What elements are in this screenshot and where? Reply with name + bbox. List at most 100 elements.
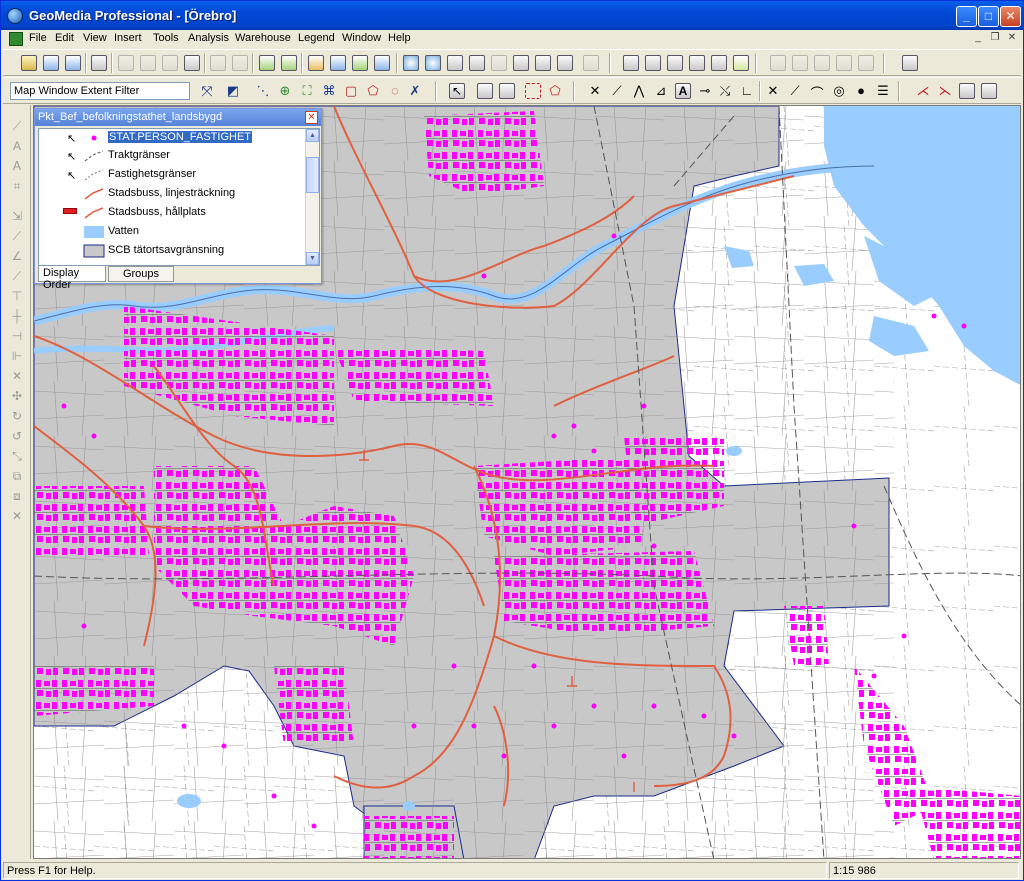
legend-entry-label[interactable]: STAT.PERSON_FASTIGHET: [108, 131, 253, 143]
double-line-icon[interactable]: ☰: [875, 83, 891, 99]
legend-entries-list[interactable]: ↖ STAT.PERSON_FASTIGHET ↖ Traktgränser ↖…: [38, 128, 320, 266]
table-icon[interactable]: [770, 55, 786, 71]
legend-entry-label[interactable]: Fastighetsgränser: [108, 168, 196, 180]
mirror-icon[interactable]: ⤡: [10, 449, 24, 463]
text-box-icon[interactable]: [733, 55, 749, 71]
menu-file[interactable]: File: [29, 32, 47, 44]
new-geoworkspace-icon[interactable]: [21, 55, 37, 71]
scroll-down-icon[interactable]: ▼: [306, 252, 319, 265]
map-window-extent-filter-combo[interactable]: Map Window Extent Filter: [10, 82, 190, 100]
menu-help[interactable]: Help: [388, 32, 411, 44]
tab-groups[interactable]: Groups: [108, 266, 174, 282]
mdi-close-icon[interactable]: ✕: [1005, 32, 1019, 45]
attributes-icon[interactable]: [352, 55, 368, 71]
menu-warehouse[interactable]: Warehouse: [235, 32, 291, 44]
fit-all-icon[interactable]: [447, 55, 463, 71]
legend-entry[interactable]: Vatten: [39, 223, 305, 241]
polygon-filter-icon[interactable]: ◩: [225, 83, 241, 99]
print-icon[interactable]: [91, 55, 107, 71]
legend-close-button[interactable]: ✕: [305, 111, 318, 124]
display-properties-icon[interactable]: [557, 55, 573, 71]
scroll-up-icon[interactable]: ▲: [306, 129, 319, 142]
insert-interactive-label-icon[interactable]: [711, 55, 727, 71]
legend-window[interactable]: Pkt_Bef_befolkningstathet_landsbygd ✕ ↖ …: [34, 108, 322, 291]
paste-icon[interactable]: [162, 55, 178, 71]
menu-edit[interactable]: Edit: [55, 32, 74, 44]
center-icon[interactable]: ✣: [10, 389, 24, 403]
split-icon[interactable]: ⋌: [915, 83, 931, 99]
legend-entry[interactable]: ↖ STAT.PERSON_FASTIGHET: [39, 129, 305, 147]
merge-icon[interactable]: [858, 55, 874, 71]
undo-icon[interactable]: [210, 55, 226, 71]
lock-icon[interactable]: [902, 55, 918, 71]
array-icon[interactable]: ⧈: [10, 489, 24, 503]
sort-icon[interactable]: [836, 55, 852, 71]
menu-insert[interactable]: Insert: [114, 32, 142, 44]
edit-geometry-icon[interactable]: [959, 83, 975, 99]
redo-icon[interactable]: [232, 55, 248, 71]
delete-tool-icon[interactable]: ✕: [10, 509, 24, 523]
rectangle-select-icon[interactable]: [525, 83, 541, 99]
snap-point-icon[interactable]: ┼: [10, 309, 24, 323]
point-icon[interactable]: ●: [853, 83, 869, 99]
refresh-icon[interactable]: [535, 55, 551, 71]
break-icon[interactable]: ⊣: [10, 329, 24, 343]
title-bar[interactable]: GeoMedia Professional - [Örebro] _ □ ✕: [1, 1, 1023, 30]
draw-line-icon[interactable]: ⟋: [609, 83, 625, 99]
text-tool-icon[interactable]: A: [675, 83, 691, 99]
distance-filter-icon[interactable]: ⋱: [255, 83, 271, 99]
properties-icon[interactable]: [330, 55, 346, 71]
menu-analysis[interactable]: Analysis: [188, 32, 229, 44]
locatable-arrow-icon[interactable]: ↖: [67, 150, 76, 163]
rotate-icon[interactable]: ↻: [10, 409, 24, 423]
legend-title[interactable]: Pkt_Bef_befolkningstathet_landsbygd: [35, 109, 321, 126]
legend-scrollbar[interactable]: ▲ ▼: [305, 129, 319, 265]
insert-area-icon[interactable]: [689, 55, 705, 71]
circle-fence-icon[interactable]: ◌: [387, 83, 403, 99]
save-geoworkspace-icon[interactable]: [65, 55, 81, 71]
menu-view[interactable]: View: [83, 32, 107, 44]
perpendicular-icon[interactable]: ✕: [10, 369, 24, 383]
measure-angle-icon[interactable]: ∟: [739, 83, 755, 99]
legend-entry-label[interactable]: SCB tätortsavgränsning: [108, 244, 224, 256]
tab-display-order[interactable]: Display Order: [38, 266, 106, 291]
cross-icon[interactable]: ✕: [587, 83, 603, 99]
draw-angle-icon[interactable]: ⊿: [653, 83, 669, 99]
copy-icon[interactable]: [140, 55, 156, 71]
legend-entry[interactable]: Stadsbuss, hållplats: [39, 204, 305, 222]
legend-entry-label[interactable]: Stadsbuss, linjesträckning: [108, 187, 235, 199]
select-tool-icon[interactable]: ↖: [449, 83, 465, 99]
distance-icon[interactable]: ⊸: [697, 83, 713, 99]
circle-icon[interactable]: ◎: [831, 83, 847, 99]
insert-text-icon[interactable]: [645, 55, 661, 71]
legend-entry-label[interactable]: Vatten: [108, 225, 139, 237]
insert-text-tool-icon[interactable]: A: [10, 139, 24, 153]
polygon-fence-icon[interactable]: ⬠: [365, 83, 381, 99]
document-map-icon[interactable]: [9, 32, 23, 46]
scroll-thumb[interactable]: [306, 157, 319, 193]
legend-entry[interactable]: ↖ Traktgränser: [39, 147, 305, 165]
table-columns-icon[interactable]: [792, 55, 808, 71]
offset-tool-icon[interactable]: ⊤: [10, 289, 24, 303]
snap-icon[interactable]: ⌘: [321, 83, 337, 99]
map-window-icon[interactable]: [374, 55, 390, 71]
pan-icon[interactable]: [513, 55, 529, 71]
rotate-copy-icon[interactable]: ↺: [10, 429, 24, 443]
parallel-icon[interactable]: ⊩: [10, 349, 24, 363]
mdi-restore-icon[interactable]: ❐: [988, 32, 1002, 45]
legend-entry-icon[interactable]: [281, 55, 297, 71]
rotate-view-icon[interactable]: [583, 55, 599, 71]
locatable-arrow-icon[interactable]: ↖: [67, 132, 76, 145]
legend-entry[interactable]: Stadsbuss, linjesträckning: [39, 185, 305, 203]
reset-filter-icon[interactable]: ⊕: [277, 83, 293, 99]
edit-text-icon[interactable]: Ａ: [10, 159, 24, 173]
locatable-arrow-icon[interactable]: ↖: [67, 169, 76, 182]
intersect-icon[interactable]: ✕: [765, 83, 781, 99]
redigitize-icon[interactable]: [981, 83, 997, 99]
select-set-icon[interactable]: [308, 55, 324, 71]
zoom-in-icon[interactable]: [403, 55, 419, 71]
mdi-minimize-icon[interactable]: _: [971, 32, 985, 45]
legend-entry-label[interactable]: Stadsbuss, hållplats: [108, 206, 206, 218]
menu-tools[interactable]: Tools: [153, 32, 179, 44]
draw-polyline-icon[interactable]: ⋀: [631, 83, 647, 99]
